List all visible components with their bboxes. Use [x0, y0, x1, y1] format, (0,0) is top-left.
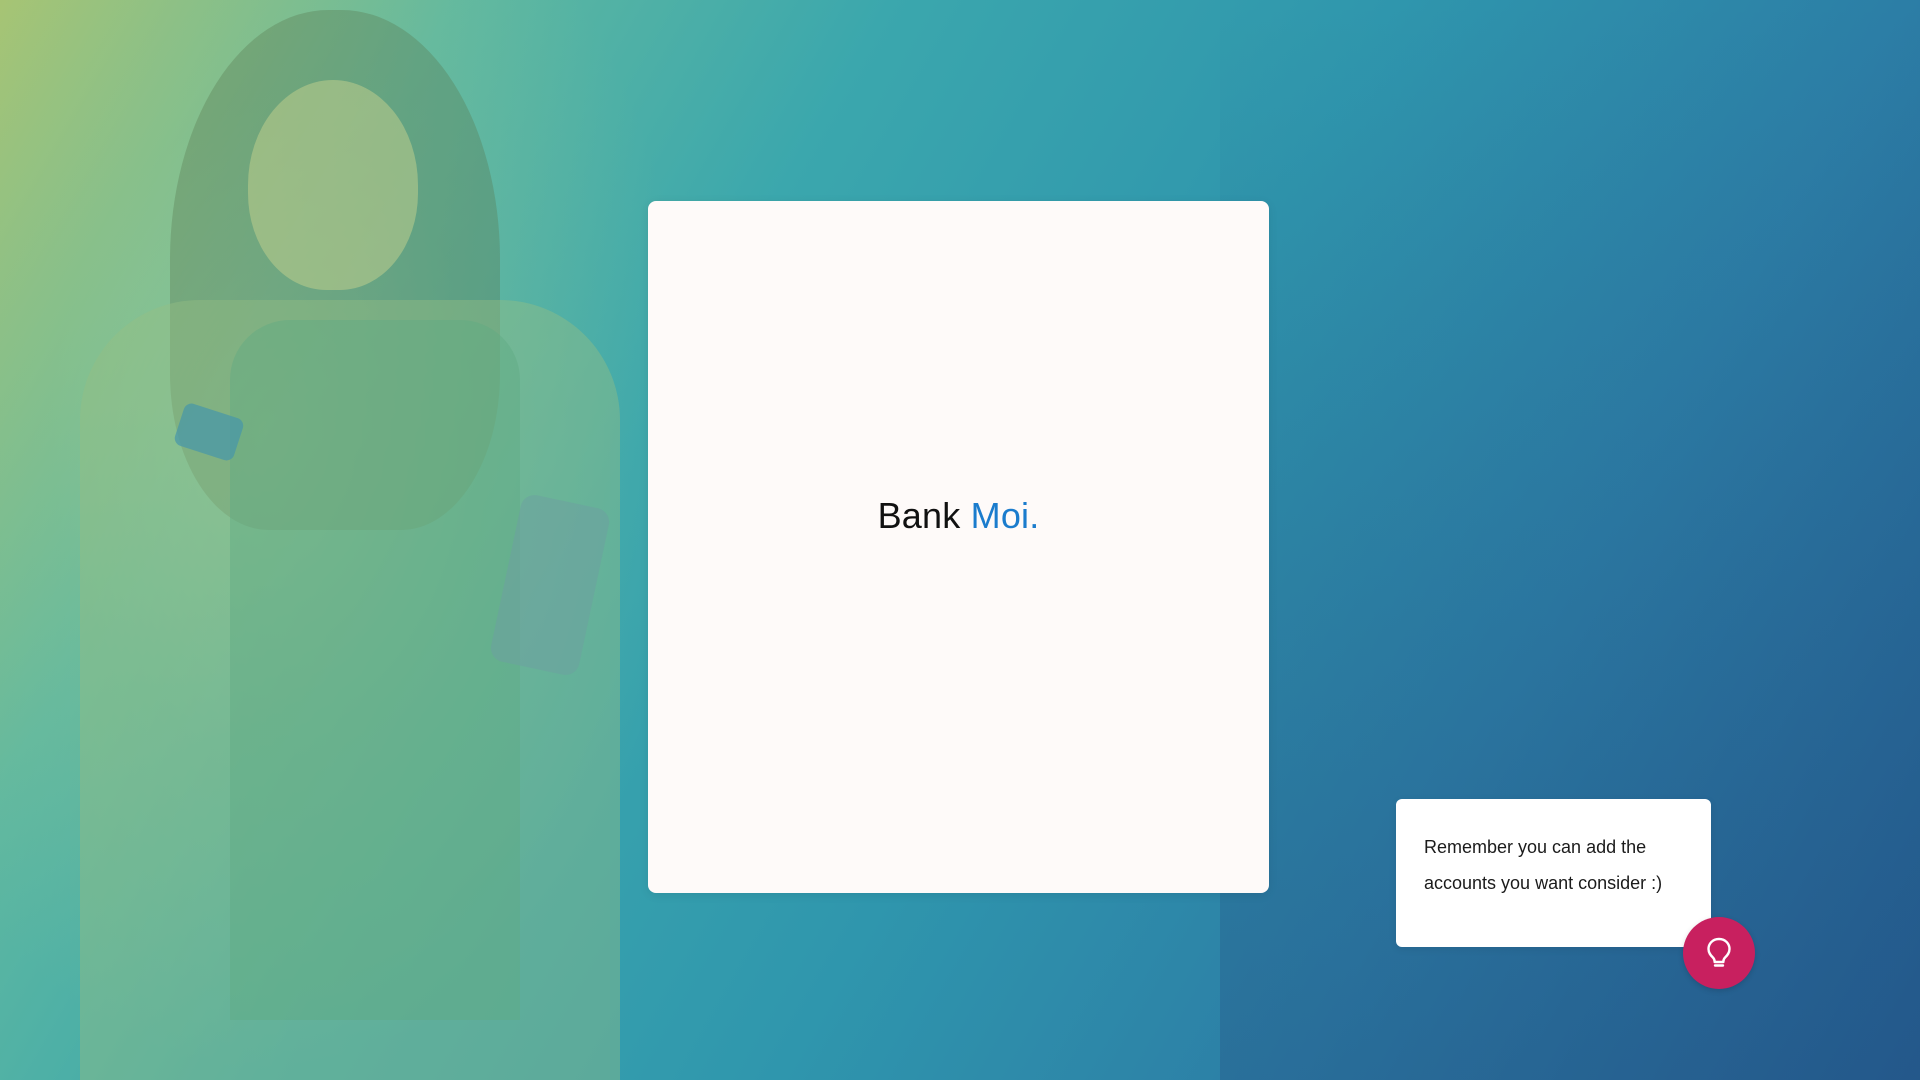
tip-lightbulb-button[interactable] — [1683, 917, 1755, 989]
logo-moi-text: Moi. — [970, 495, 1040, 536]
logo-bank-text: Bank — [877, 495, 961, 536]
background-figure-sweater — [230, 320, 520, 1020]
bank-moi-logo: Bank Moi. — [648, 495, 1269, 537]
login-card: Bank Moi. — [648, 201, 1269, 893]
lightbulb-icon — [1707, 937, 1731, 967]
tip-text: Remember you can add the accounts you wa… — [1424, 837, 1663, 893]
background-figure-head — [248, 80, 418, 290]
tip-bubble: Remember you can add the accounts you wa… — [1396, 799, 1711, 947]
